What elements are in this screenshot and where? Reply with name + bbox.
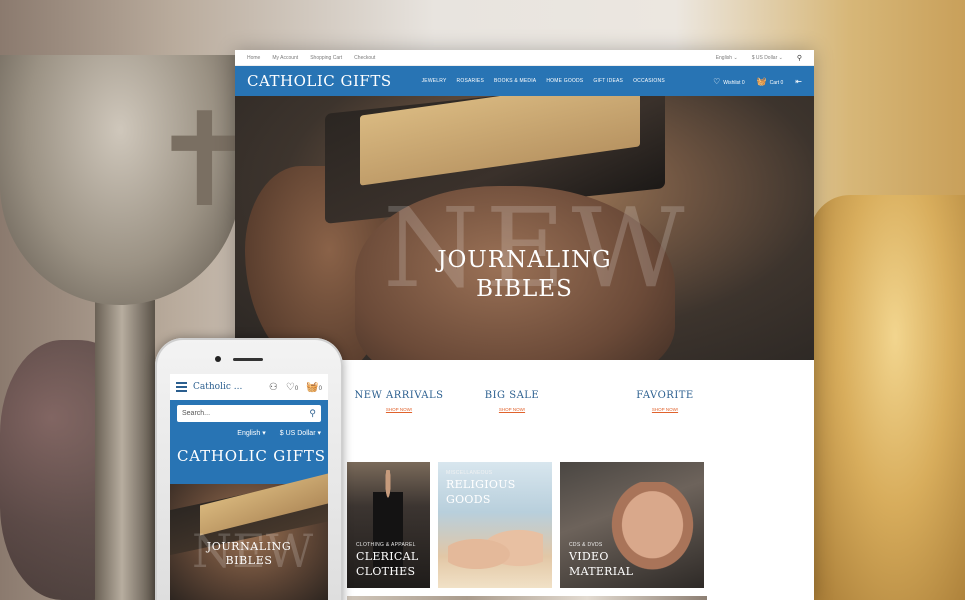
feature-title: BIG SALE [484, 390, 540, 401]
wishlist-count: 0 [294, 385, 299, 392]
tile-category: CLOTHING & APPAREL [356, 542, 416, 548]
mobile-hero-title: JOURNALING BIBLES [170, 540, 328, 568]
search-icon[interactable]: ⚲ [797, 54, 802, 62]
category-tile-clerical-clothes[interactable]: CLOTHING & APPAREL CLERICAL CLOTHES [347, 462, 430, 588]
hero-title-line2: BIBLES [476, 276, 573, 302]
heart-icon: ♡ [285, 381, 295, 393]
chevron-down-icon: ⌄ [733, 54, 738, 61]
chevron-down-icon: ▾ [262, 430, 266, 437]
wishlist-label: Wishlist 0 [723, 79, 745, 86]
mobile-hero-line1: JOURNALING [206, 540, 292, 553]
top-links: Home My Account Shopping Cart Checkout [247, 55, 375, 61]
hero-title: JOURNALING BIBLES [235, 246, 814, 304]
cart-icon: 🧺 [756, 76, 767, 86]
mobile-language-select[interactable]: English ▾ [237, 429, 265, 437]
top-link-my-account[interactable]: My Account [272, 55, 298, 61]
cart-icon: 🧺 [306, 381, 319, 393]
main-nav: CATHOLIC GIFTS JEWELRY ROSARIES BOOKS & … [235, 66, 814, 96]
hero-title-line1: JOURNALING [437, 247, 612, 273]
menu-item-jewelry[interactable]: JEWELRY [422, 78, 447, 84]
tile-category: MISCELLANEOUS [446, 470, 493, 476]
mobile-screen: Catholic ... ⚇ ♡0 🧺0 Search... ⚲ English… [170, 374, 328, 600]
feature-big-sale: BIG SALE SHOP NOW! [453, 360, 571, 460]
currency-select-label: $ US Dollar [751, 54, 778, 61]
cross-icon: ✝ [150, 84, 259, 236]
mobile-currency-select[interactable]: $ US Dollar ▾ [280, 429, 321, 437]
chevron-down-icon: ⌄ [778, 54, 783, 61]
mobile-hero[interactable]: NEW JOURNALING BIBLES [170, 470, 328, 600]
menu-icon[interactable] [176, 382, 187, 392]
shop-now-link[interactable]: SHOP NOW! [601, 407, 729, 412]
mobile-cart[interactable]: 🧺0 [306, 382, 322, 393]
mobile-wishlist[interactable]: ♡0 [286, 382, 298, 393]
cart-label: Cart 0 [769, 79, 784, 86]
mobile-logo[interactable]: Catholic ... [193, 382, 242, 392]
currency-select[interactable]: $ US Dollar ⌄ [752, 55, 783, 61]
mobile-header-icons: ⚇ ♡0 🧺0 [269, 382, 322, 393]
menu-item-occasions[interactable]: OCCASIONS [633, 78, 665, 84]
user-icon[interactable]: ⚇ [269, 382, 278, 393]
category-tiles: CLOTHING & APPAREL CLERICAL CLOTHES MISC… [347, 462, 704, 588]
tile-caption: CDS & DVDS VIDEO MATERIAL [569, 542, 633, 578]
tile-name-line2: CLOTHES [356, 565, 416, 578]
menu-item-books-media[interactable]: BOOKS & MEDIA [494, 78, 536, 84]
top-link-shopping-cart[interactable]: Shopping Cart [310, 55, 342, 61]
top-link-checkout[interactable]: Checkout [354, 55, 375, 61]
tile-name-line1: VIDEO [569, 550, 609, 563]
mobile-header: Catholic ... ⚇ ♡0 🧺0 [170, 374, 328, 400]
tile-name-line1: RELIGIOUS [446, 478, 516, 491]
main-menu: JEWELRY ROSARIES BOOKS & MEDIA HOME GOOD… [422, 78, 665, 84]
menu-item-rosaries[interactable]: ROSARIES [457, 78, 484, 84]
category-tile-religious-goods[interactable]: MISCELLANEOUS RELIGIOUS GOODS [438, 462, 552, 588]
background-bread [810, 195, 965, 600]
exit-icon[interactable]: ⇤ [795, 77, 802, 86]
cart-count: 0 [318, 385, 322, 392]
language-select-label: English [715, 54, 733, 61]
phone-speaker [233, 358, 263, 361]
nav-actions: ♡ Wishlist 0 🧺 Cart 0 ⇤ [713, 77, 802, 86]
wishlist-link[interactable]: ♡ Wishlist 0 [713, 77, 745, 86]
tile-caption: CLOTHING & APPAREL CLERICAL CLOTHES [356, 542, 418, 578]
top-bar: Home My Account Shopping Cart Checkout E… [235, 50, 814, 66]
language-label: English [237, 430, 261, 437]
chevron-down-icon: ▾ [317, 430, 321, 437]
reaching-hands [448, 524, 543, 584]
search-placeholder: Search... [182, 410, 211, 417]
mobile-search-input[interactable]: Search... ⚲ [177, 405, 321, 422]
hero-banner[interactable]: NEW JOURNALING BIBLES [235, 96, 814, 360]
search-icon[interactable]: ⚲ [309, 408, 316, 419]
shop-now-link[interactable]: SHOP NOW! [335, 407, 463, 412]
background-chalice-stem [95, 300, 155, 600]
tile-name-line2: MATERIAL [569, 565, 634, 578]
tile-name-line1: CLERICAL [356, 550, 419, 563]
feature-favorite: FAVORITE SHOP NOW! [601, 360, 729, 460]
tile-category: CDS & DVDS [569, 542, 603, 548]
menu-item-gift-ideas[interactable]: GIFT IDEAS [593, 78, 623, 84]
language-select[interactable]: English ⌄ [716, 55, 738, 61]
shop-now-link[interactable]: SHOP NOW! [453, 407, 571, 412]
top-link-home[interactable]: Home [247, 55, 260, 61]
feature-title: NEW ARRIVALS [354, 390, 444, 401]
next-row-preview [347, 596, 707, 600]
tile-caption: MISCELLANEOUS RELIGIOUS GOODS [446, 470, 516, 506]
menu-item-home-goods[interactable]: HOME GOODS [546, 78, 583, 84]
cart-link[interactable]: 🧺 Cart 0 [757, 77, 784, 86]
heart-icon: ♡ [713, 76, 721, 86]
phone-mockup: Catholic ... ⚇ ♡0 🧺0 Search... ⚲ English… [155, 338, 343, 600]
category-tile-video-material[interactable]: CDS & DVDS VIDEO MATERIAL [560, 462, 704, 588]
mobile-selectors: English ▾ $ US Dollar ▾ [177, 429, 321, 437]
mobile-blue-panel: Search... ⚲ English ▾ $ US Dollar ▾ CATH… [170, 400, 328, 484]
mobile-brand: CATHOLIC GIFTS [177, 447, 326, 465]
mobile-hero-line2: BIBLES [225, 554, 273, 567]
top-bar-selectors: English ⌄ $ US Dollar ⌄ ⚲ [716, 54, 802, 62]
tile-name-line2: GOODS [446, 493, 491, 506]
phone-camera [215, 356, 221, 362]
feature-new-arrivals: NEW ARRIVALS SHOP NOW! [335, 360, 463, 460]
currency-label: $ US Dollar [279, 430, 316, 437]
site-logo[interactable]: CATHOLIC GIFTS [247, 72, 392, 90]
feature-title: FAVORITE [636, 390, 694, 401]
